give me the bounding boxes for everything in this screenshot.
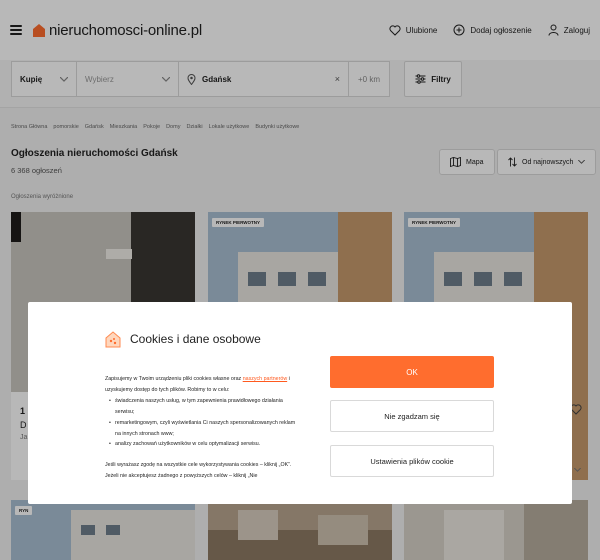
cookie-dialog-title: Cookies i dane osobowe — [130, 332, 261, 346]
purpose-item: analizy zachowań użytkowników w celu opt… — [109, 439, 300, 450]
cookie-reject-text: Jeżeli nie akceptujesz żadnego z powyższ… — [105, 473, 258, 480]
cookie-intro-text: Zapisujemy w Twoim urządzeniu pliki cook… — [105, 376, 243, 382]
cookie-purposes-list: świadczenia naszych usług, w tym zapewni… — [105, 396, 300, 451]
partners-link[interactable]: naszych partnerów — [243, 376, 287, 382]
cookie-consent-text: Jeśli wyrażasz zgodę na wszystkie cele w… — [105, 462, 292, 469]
cookie-dialog-text: Zapisujemy w Twoim urządzeniu pliki cook… — [105, 374, 300, 482]
purpose-item: remarketingowym, czyli wyświetlania Ci n… — [109, 418, 300, 440]
accept-cookies-button[interactable]: OK — [330, 356, 494, 388]
purpose-item: świadczenia naszych usług, w tym zapewni… — [109, 396, 300, 418]
house-cookie-icon — [105, 331, 121, 348]
reject-cookies-button[interactable]: Nie zgadzam się — [330, 400, 494, 432]
cookie-settings-button[interactable]: Ustawienia plików cookie — [330, 445, 494, 477]
